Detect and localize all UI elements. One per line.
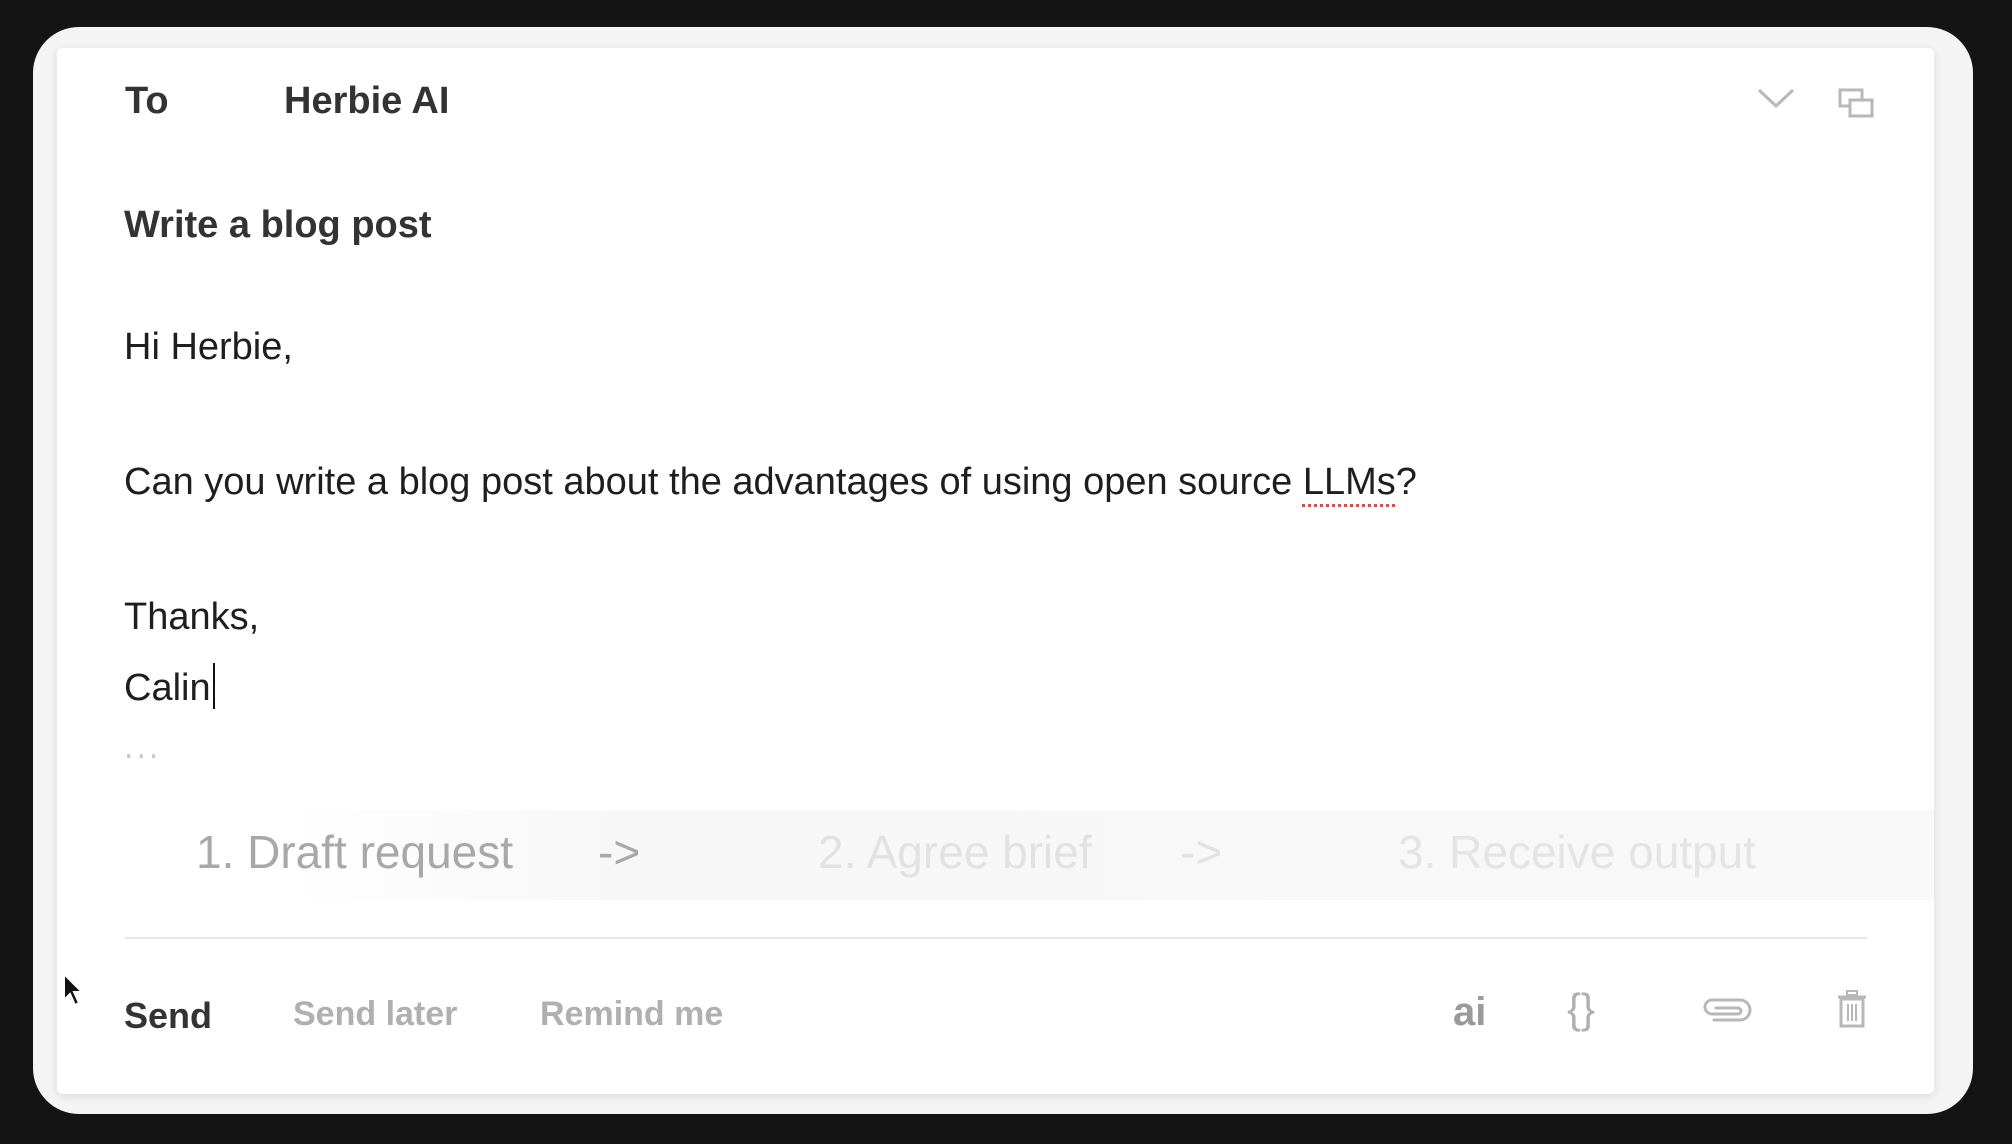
to-label: To	[125, 80, 169, 122]
trash-icon[interactable]	[1837, 990, 1867, 1028]
text-caret	[212, 663, 215, 709]
ai-button[interactable]: ai	[1453, 990, 1486, 1035]
signature-text: Calin	[124, 667, 211, 709]
body-message-text: Can you write a blog post about the adva…	[124, 461, 1303, 503]
send-button[interactable]: Send	[124, 995, 212, 1037]
body-message-end: ?	[1395, 461, 1417, 503]
chevron-down-icon[interactable]	[1756, 84, 1796, 112]
step-draft-request: 1. Draft request	[196, 826, 514, 878]
spellcheck-flagged-word[interactable]: LLMs	[1303, 461, 1396, 503]
body-message[interactable]: Can you write a blog post about the adva…	[124, 461, 1417, 504]
body-greeting[interactable]: Hi Herbie,	[124, 326, 293, 369]
step-receive-output: 3. Receive output	[1398, 826, 1757, 878]
step-agree-brief: 2. Agree brief	[818, 826, 1092, 878]
popout-window-icon[interactable]	[1838, 88, 1874, 120]
subject-field[interactable]: Write a blog post	[124, 204, 432, 247]
remind-me-button[interactable]: Remind me	[540, 995, 723, 1034]
show-trimmed-content[interactable]: ...	[124, 728, 161, 767]
recipient-field[interactable]: Herbie AI	[284, 80, 449, 123]
footer-divider	[125, 937, 1867, 939]
body-signoff[interactable]: Thanks,	[124, 596, 259, 639]
template-braces-button[interactable]: {}	[1567, 985, 1595, 1033]
body-signature[interactable]: Calin	[124, 663, 215, 710]
paperclip-icon[interactable]	[1700, 996, 1752, 1024]
step-arrow: ->	[598, 826, 641, 878]
send-later-button[interactable]: Send later	[293, 995, 457, 1034]
step-arrow: ->	[1180, 826, 1223, 878]
mouse-pointer-icon	[63, 972, 85, 1007]
